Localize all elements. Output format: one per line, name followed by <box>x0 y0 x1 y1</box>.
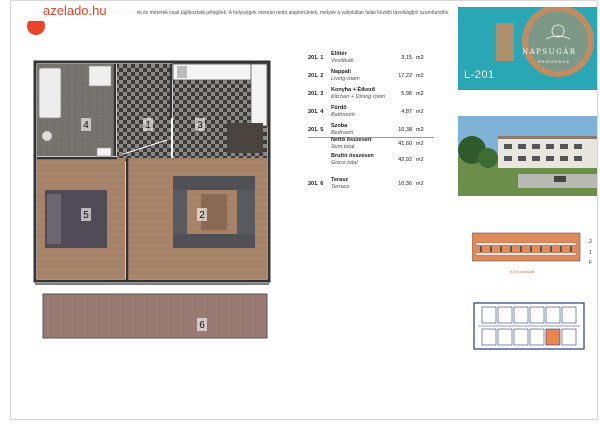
brand-header: NAPSUGÁR RESIDENCE L-201 <box>458 7 597 90</box>
unit-code: L-201 <box>464 69 495 81</box>
floor-label-f: F <box>589 260 593 266</box>
room-label-vestibule: 1 <box>145 120 151 131</box>
room-terrace <box>42 293 268 339</box>
room-label-bedroom: 5 <box>83 210 89 221</box>
floor-plan-sheet: azelado.hu ...k illusztráció. A megadott… <box>10 0 598 420</box>
room-label-kitchen: 3 <box>197 120 203 131</box>
room-row: 201. 5 Szoba Bedroom 10,38 m2 <box>308 123 424 136</box>
room-label-living: 2 <box>199 210 205 221</box>
floor-label-1: 1 <box>589 250 592 256</box>
project-panel: NAPSUGÁR RESIDENCE L-201 2 1 F K-I homlo… <box>458 1 597 419</box>
room-vestibule <box>117 64 171 161</box>
total-row: Bruttó összesen Gross total 42,92 m2 <box>331 153 424 166</box>
key-plan <box>473 302 585 350</box>
room-row: 201. 1 Előtér Vestibule 3,15 m2 <box>308 51 424 64</box>
total-row: Nettó összesen Sum total 41,60 m2 <box>331 137 424 150</box>
floor-label-2: 2 <box>589 239 592 245</box>
facade-elevation <box>472 232 581 262</box>
floor-plan-drawing: 4 3 1 5 2 6 <box>33 60 271 339</box>
room-label-terrace: 6 <box>199 320 205 331</box>
brand-subtitle: RESIDENCE <box>538 59 571 64</box>
brand-name: NAPSUGÁR <box>522 48 577 56</box>
room-row: 201. 4 Fürdő Bathroom 4,87 m2 <box>308 105 424 118</box>
facade-caption: K-I homlokzat <box>510 269 535 274</box>
area-table: 201. 1 Előtér Vestibule 3,15 m2 201. 2 Na… <box>301 51 451 195</box>
room-row: 201. 3 Konyha + Étkező Kitchen + Dining r… <box>308 87 424 100</box>
building-render <box>458 116 597 196</box>
watermark[interactable]: azelado.hu <box>11 1 137 21</box>
room-row: 201. 2 Nappali Living-room 17,22 m2 <box>308 69 424 82</box>
terrace-row: 201. 6 Terasz Terrace 10,36 m2 <box>308 177 424 190</box>
room-label-bathroom: 4 <box>83 120 89 131</box>
